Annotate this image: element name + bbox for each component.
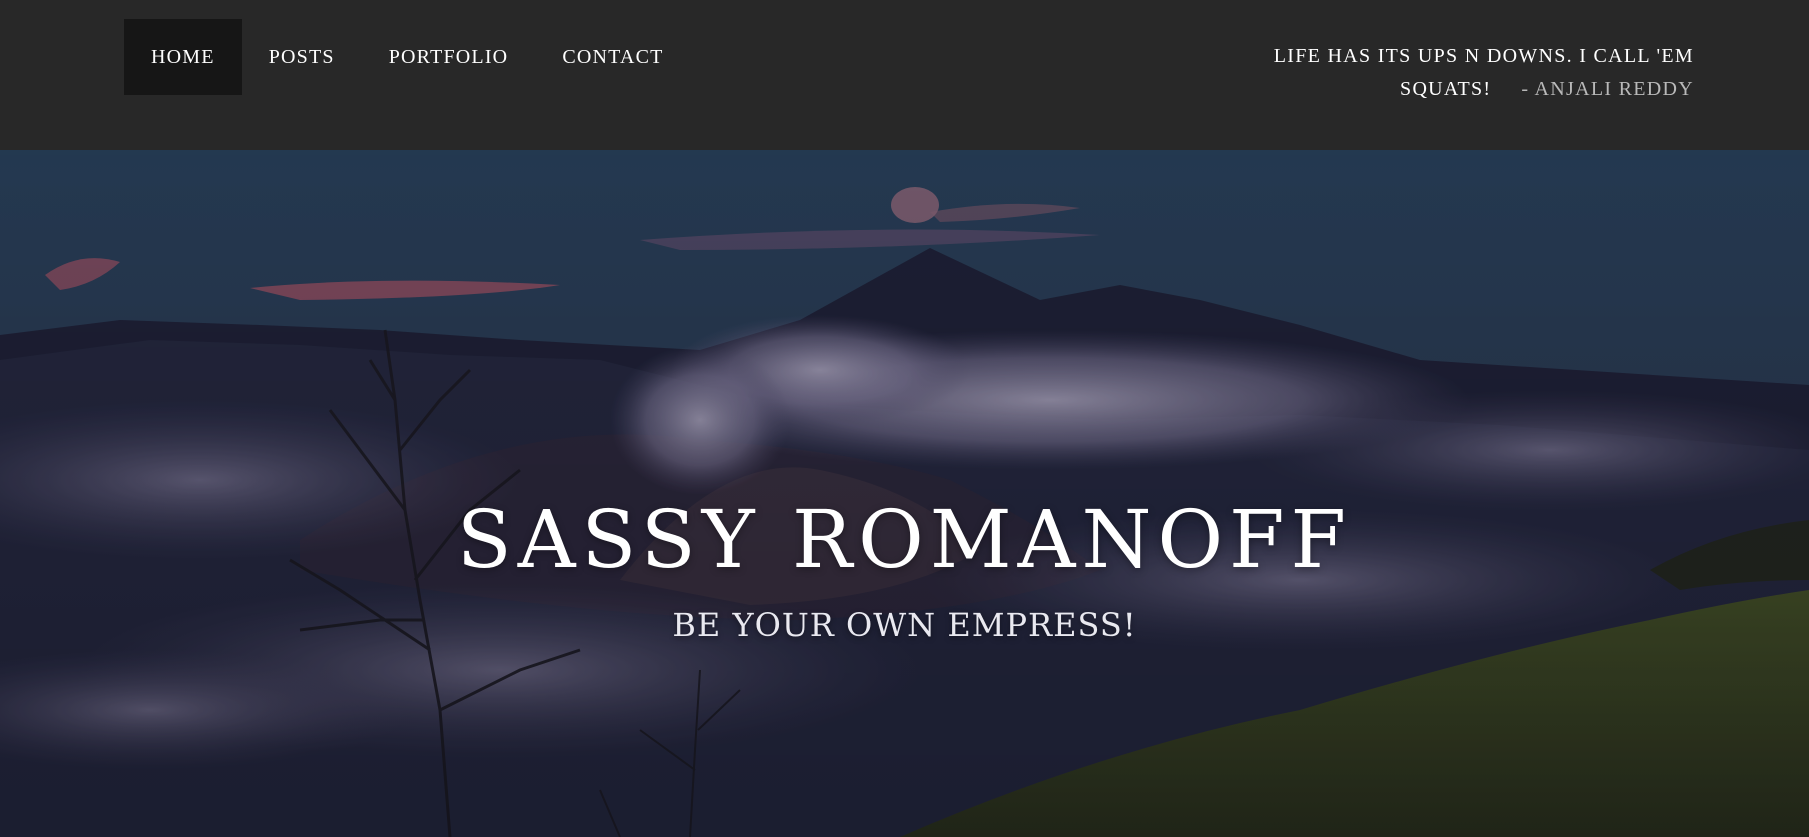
nav-item-contact[interactable]: CONTACT bbox=[535, 19, 690, 95]
nav-item-home[interactable]: HOME bbox=[124, 19, 242, 95]
header-quote: LIFE HAS ITS UPS N DOWNS. I CALL 'EM SQU… bbox=[1224, 40, 1694, 106]
site-title: SASSY ROMANOFF bbox=[456, 493, 1353, 586]
nav-item-portfolio[interactable]: PORTFOLIO bbox=[362, 19, 536, 95]
top-navigation-bar: HOME POSTS PORTFOLIO CONTACT LIFE HAS IT… bbox=[0, 0, 1809, 150]
quote-author: - ANJALI REDDY bbox=[1521, 78, 1694, 100]
nav-item-label: CONTACT bbox=[562, 45, 664, 68]
nav-item-posts[interactable]: POSTS bbox=[242, 19, 362, 95]
hero-banner: SASSY ROMANOFF BE YOUR OWN EMPRESS! bbox=[0, 150, 1809, 837]
nav-item-label: PORTFOLIO bbox=[388, 45, 509, 68]
nav-item-label: HOME bbox=[151, 45, 215, 68]
main-nav: HOME POSTS PORTFOLIO CONTACT bbox=[124, 19, 691, 95]
nav-item-label: POSTS bbox=[268, 45, 335, 68]
site-tagline: BE YOUR OWN EMPRESS! bbox=[672, 606, 1137, 644]
